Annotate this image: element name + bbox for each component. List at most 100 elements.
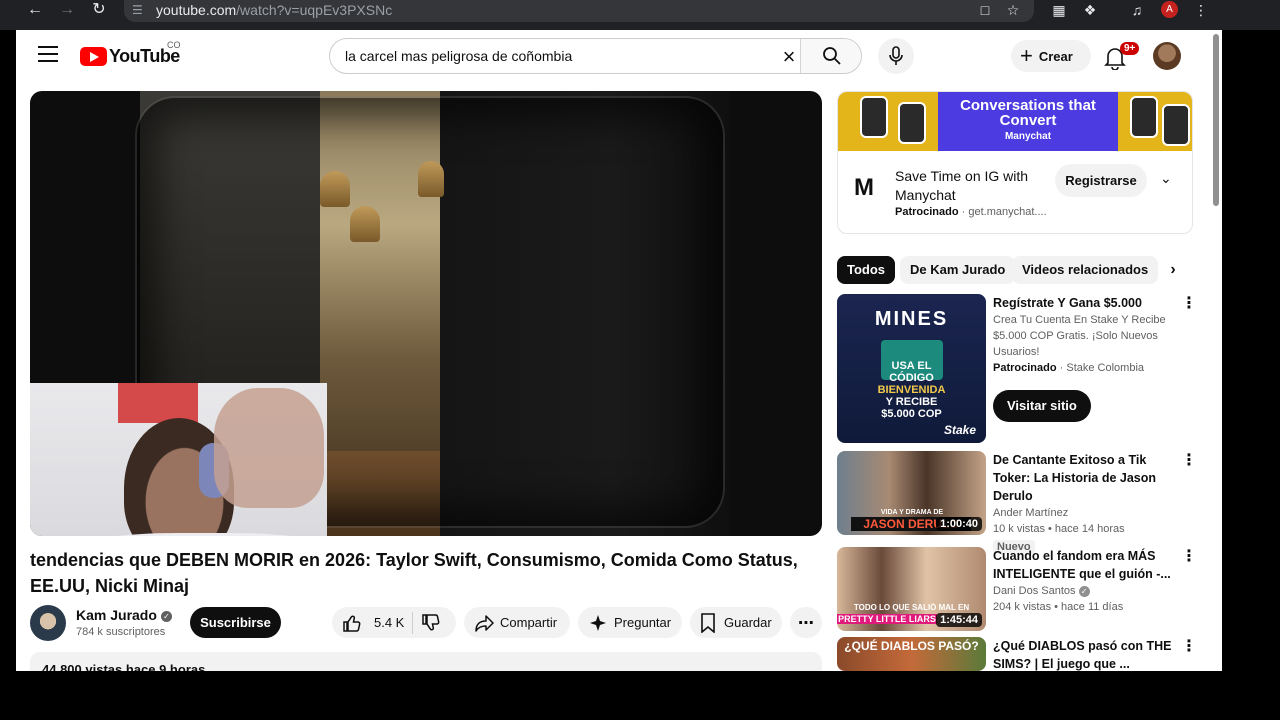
plus-icon: +: [1020, 43, 1033, 68]
more-options-icon[interactable]: ⋮: [1181, 639, 1197, 655]
sponsored-info: Regístrate Y Gana $5.000 Crea Tu Cuenta …: [993, 294, 1173, 422]
share-arrow-icon: [475, 614, 494, 632]
search-icon: [823, 47, 841, 65]
search-input[interactable]: [330, 39, 770, 73]
video-thumbnail[interactable]: ¿QUÉ DIABLOS PASÓ?: [837, 637, 986, 671]
streamer-shirt: [74, 533, 327, 536]
view-count-date: 44.800 vistas hace 9 horas: [42, 662, 206, 671]
channel-name[interactable]: Dani Dos Santos ✓: [993, 583, 1173, 599]
thumbs-up-icon: [343, 615, 361, 632]
banner-photo: [1162, 104, 1190, 146]
channel-name[interactable]: Kam Jurado ✓: [76, 607, 172, 623]
search-button[interactable]: [800, 39, 861, 73]
reload-icon[interactable]: ↻: [84, 0, 114, 20]
filter-chips: Todos De Kam Jurado Videos relacionados …: [837, 256, 1193, 286]
notification-count-badge: 9+: [1120, 42, 1140, 55]
bookmark-star-icon[interactable]: ☆: [1000, 0, 1026, 20]
extension-icon[interactable]: ▦: [1046, 0, 1072, 20]
ad-banner-image: Conversations that Convert Manychat: [838, 92, 1192, 151]
channel-name[interactable]: Ander Martínez: [993, 505, 1173, 521]
stake-logo: Stake: [943, 423, 976, 437]
sidebar-ad-card[interactable]: Conversations that Convert Manychat M Sa…: [837, 91, 1193, 234]
kebab-menu-icon[interactable]: ⋮: [1188, 0, 1214, 20]
banner-photo: [898, 102, 926, 144]
manychat-logo: M: [854, 174, 874, 201]
view-meta: 10 k vistas • hace 14 horas: [993, 523, 1125, 535]
site-info-icon[interactable]: ☰: [132, 3, 146, 17]
chip-todos[interactable]: Todos: [837, 256, 896, 284]
back-arrow-icon[interactable]: ←: [20, 0, 50, 20]
masthead: YouTube CO × + Crear 9+: [16, 30, 1210, 82]
subscribe-button[interactable]: Suscribirse: [190, 607, 281, 638]
sparkle-icon: [590, 614, 606, 631]
hamburger-menu-icon[interactable]: [38, 46, 58, 64]
create-button[interactable]: + Crear: [1011, 40, 1091, 72]
share-button[interactable]: Compartir: [464, 607, 570, 638]
subscriber-count: 784 k suscriptores: [76, 626, 166, 638]
video-title: ¿Qué DIABLOS pasó con THE SIMS? | El jue…: [993, 639, 1172, 671]
bookmark-icon: [701, 612, 715, 633]
video-thumbnail[interactable]: TODO LO QUE SALIÓ MAL EN PRETTY LITTLE L…: [837, 547, 986, 631]
more-options-icon[interactable]: ⋮: [1181, 549, 1197, 565]
description-box[interactable]: 44.800 vistas hace 9 horas: [30, 652, 822, 671]
view-meta: 204 k vistas • hace 11 días: [993, 601, 1124, 613]
cast-icon[interactable]: □: [972, 0, 998, 20]
video-title: Cuando el fandom era MÁS INTELIGENTE que…: [993, 549, 1171, 581]
search-box: ×: [329, 38, 862, 74]
chip-videos-relacionados[interactable]: Videos relacionados: [1012, 256, 1159, 284]
streamer-hand: [214, 388, 324, 508]
stake-thumbnail[interactable]: MINES USA EL CÓDIGO BIENVENIDA Y RECIBE …: [837, 294, 986, 443]
banner-photo: [1130, 96, 1158, 138]
recommendation-item[interactable]: TODO LO QUE SALIÓ MAL EN PRETTY LITTLE L…: [837, 547, 1197, 632]
youtube-logo[interactable]: YouTube CO: [80, 40, 181, 68]
page-scrollbar[interactable]: [1210, 30, 1222, 671]
ask-button[interactable]: Preguntar: [578, 607, 682, 638]
scrollbar-thumb[interactable]: [1213, 34, 1219, 206]
country-code: CO: [167, 40, 181, 50]
sponsored-line: Patrocinado · Stake Colombia: [993, 362, 1145, 374]
visit-site-button[interactable]: Visitar sitio: [993, 390, 1091, 422]
puzzle-icon[interactable]: ❖: [1077, 0, 1103, 20]
verified-check-icon: ✓: [160, 611, 172, 622]
chevron-right-icon[interactable]: ›: [1163, 260, 1183, 280]
wall-poster: [118, 383, 198, 423]
ad-banner-center: Conversations that Convert Manychat: [938, 92, 1118, 151]
forward-arrow-icon[interactable]: →: [52, 0, 82, 20]
banner-photo: [860, 96, 888, 138]
browser-toolbar: ← → ↻ ☰ youtube.com/watch?v=uqpEv3PXSNc …: [0, 0, 1280, 30]
recommendation-item[interactable]: VIDA Y DRAMA DE JASON DERULO 1:00:40 De …: [837, 451, 1197, 554]
url-text[interactable]: youtube.com/watch?v=uqpEv3PXSNc: [156, 2, 392, 18]
video-title: tendencias que DEBEN MORIR en 2026: Tayl…: [30, 550, 798, 596]
video-thumbnail[interactable]: VIDA Y DRAMA DE JASON DERULO 1:00:40: [837, 451, 986, 535]
youtube-play-icon: [80, 46, 107, 66]
media-control-icon[interactable]: ♫: [1124, 0, 1150, 20]
youtube-page: YouTube CO × + Crear 9+: [16, 30, 1222, 671]
microphone-icon: [889, 46, 903, 65]
account-avatar[interactable]: [1153, 42, 1181, 70]
ad-headline: Save Time on IG with Manychat: [895, 168, 1029, 203]
sponsored-recommendation[interactable]: MINES USA EL CÓDIGO BIENVENIDA Y RECIBE …: [837, 294, 1197, 444]
address-bar[interactable]: ☰ youtube.com/watch?v=uqpEv3PXSNc: [124, 0, 1034, 22]
chevron-down-icon[interactable]: ⌄: [1160, 170, 1172, 187]
duration-badge: 1:00:40: [936, 517, 982, 531]
video-title: De Cantante Exitoso a Tik Toker: La Hist…: [993, 453, 1157, 503]
clear-search-icon[interactable]: ×: [777, 45, 801, 69]
divider: [412, 611, 414, 634]
chip-de-kam-jurado[interactable]: De Kam Jurado: [900, 256, 1016, 284]
save-button[interactable]: Guardar: [690, 607, 782, 638]
more-options-icon[interactable]: ⋮: [1181, 296, 1197, 312]
voice-search-button[interactable]: [878, 38, 914, 74]
notifications-button[interactable]: 9+: [1104, 42, 1140, 70]
video-player[interactable]: [30, 91, 822, 536]
more-actions-button[interactable]: ⋯: [790, 607, 822, 638]
browser-profile-avatar[interactable]: A: [1161, 1, 1178, 18]
thumbs-down-icon: [422, 613, 440, 630]
verified-check-icon: ✓: [1078, 586, 1090, 597]
like-button[interactable]: 5.4 K: [342, 613, 404, 633]
dislike-button[interactable]: [421, 613, 441, 633]
more-options-icon[interactable]: ⋮: [1181, 453, 1197, 469]
channel-avatar[interactable]: [30, 605, 66, 641]
like-count: 5.4 K: [374, 615, 405, 630]
register-button[interactable]: Registrarse: [1055, 164, 1147, 197]
recommendation-item[interactable]: ¿QUÉ DIABLOS PASÓ? ¿Qué DIABLOS pasó con…: [837, 637, 1197, 671]
